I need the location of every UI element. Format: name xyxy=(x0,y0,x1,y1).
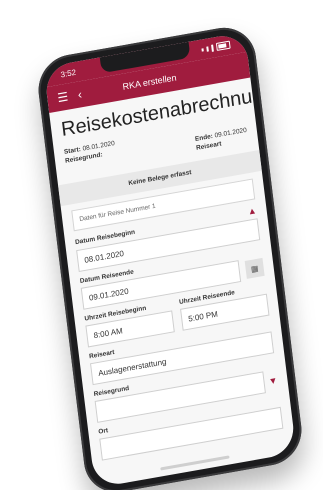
menu-icon[interactable]: ☰ xyxy=(57,90,69,106)
status-time: 3:52 xyxy=(60,67,77,79)
home-indicator xyxy=(160,455,230,471)
meta-right: Ende: 09.01.2020 Reiseart xyxy=(195,126,249,153)
main-content: Reisekostenabrechnung Start: 08.01.2020 … xyxy=(49,78,294,471)
battery-icon xyxy=(215,40,231,51)
chevron-up-icon[interactable]: ▲ xyxy=(247,205,257,216)
status-icons xyxy=(201,40,231,54)
reiseart-meta-label: Reiseart xyxy=(195,140,222,152)
meta-left: Start: 08.01.2020 Reisegrund: xyxy=(64,139,118,176)
chevron-down-icon[interactable]: ▼ xyxy=(268,375,278,386)
signal-icon xyxy=(206,45,209,52)
calendar-icon[interactable]: ▦ xyxy=(244,257,265,279)
signal-icon xyxy=(211,44,214,52)
back-icon[interactable]: ‹ xyxy=(77,87,83,102)
signal-icon xyxy=(201,47,204,52)
phone-screen: 3:52 ☰ ‹ RKA erstellen Reisekostenabrech… xyxy=(43,31,297,489)
phone-frame: 3:52 ☰ ‹ RKA erstellen Reisekostenabrech… xyxy=(34,22,306,490)
stage: 3:52 ☰ ‹ RKA erstellen Reisekostenabrech… xyxy=(0,0,323,490)
